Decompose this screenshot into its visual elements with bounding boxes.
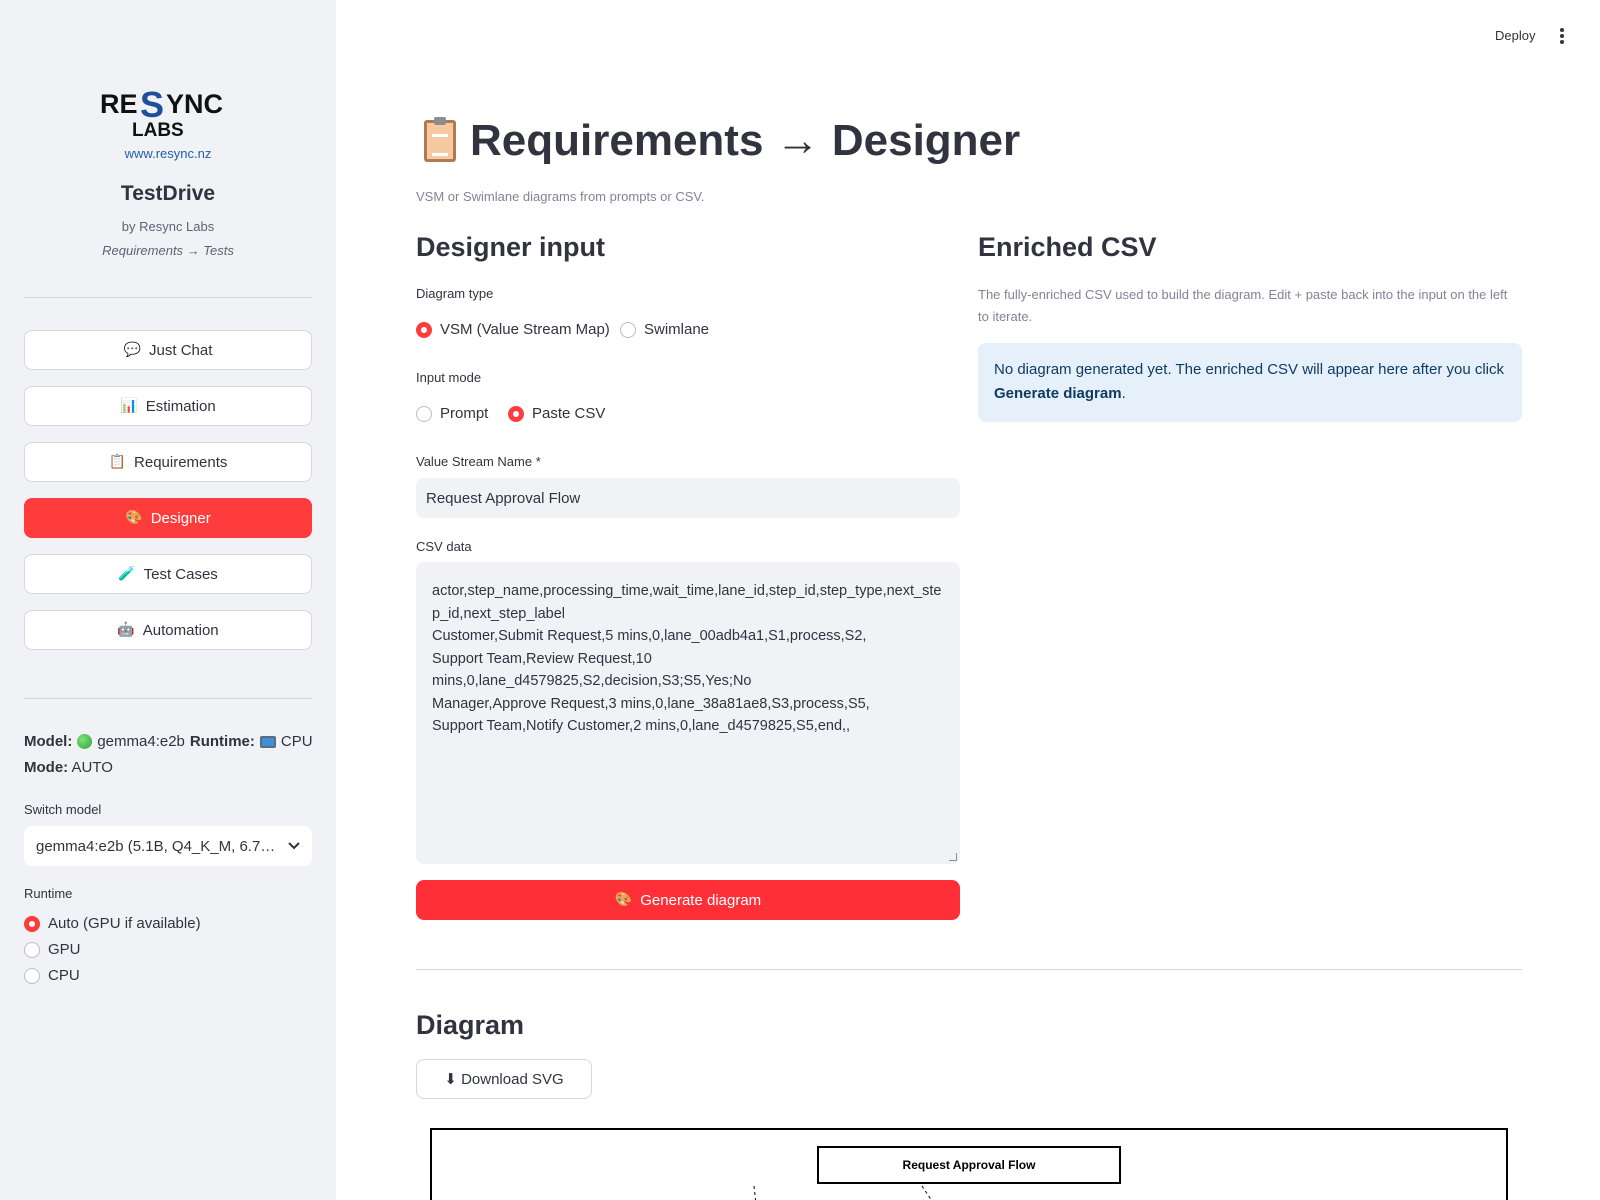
green-circle-icon [77,734,93,749]
input-mode-option-paste-csv[interactable]: Paste CSV [508,405,605,422]
model-value: gemma4:e2b [97,733,185,750]
nav-label: Requirements [134,453,228,471]
nav-button-just-chat[interactable]: 💬 Just Chat [24,330,312,370]
resync-labs-logo: RE S YNC LABS [100,84,223,140]
section-divider [416,969,1522,970]
switch-model-label: Switch model [24,802,102,817]
palette-icon: 🎨 [614,892,633,908]
page-title-text: Requirements → Designer [470,116,1021,165]
diagram-type-label: Diagram type [416,286,494,301]
runtime-section-label: Runtime [24,886,73,901]
svg-text:S: S [140,84,164,125]
nav-label: Test Cases [143,565,218,583]
radio-button[interactable] [24,915,40,932]
csv-data-textarea[interactable]: actor,step_name,processing_time,wait_tim… [416,562,960,864]
runtime-label: Runtime: [189,733,255,750]
diagram-heading: Diagram [416,1010,525,1040]
laptop-icon [259,735,276,748]
more-options-icon[interactable] [1560,28,1564,44]
value-stream-name-input[interactable]: Request Approval Flow [416,478,960,518]
runtime-value: CPU [280,733,313,750]
site-link[interactable]: www.resync.nz [0,146,336,161]
button-label: Generate diagram [640,891,762,909]
nav-button-designer[interactable]: 🎨 Designer [24,498,312,538]
radio-label: Paste CSV [532,405,606,422]
diagram-type-option-swimlane[interactable]: Swimlane [620,321,709,338]
value-stream-name-label: Value Stream Name * [416,454,541,469]
diagram-title-box: Request Approval Flow [817,1146,1121,1184]
radio-button[interactable] [416,321,432,338]
robot-icon: 🤖 [117,622,135,638]
enriched-csv-heading: Enriched CSV [978,232,1157,262]
deploy-button[interactable]: Deploy [1495,28,1535,43]
designer-input-heading: Designer input [416,232,606,262]
mode-label: Mode: [24,759,69,776]
nav-button-test-cases[interactable]: 🧪 Test Cases [24,554,312,594]
radio-label: Auto (GPU if available) [48,915,201,932]
palette-icon: 🎨 [125,510,143,526]
app-tagline: Requirements → Tests [102,243,234,258]
csv-data-label: CSV data [416,539,472,554]
input-mode-label: Input mode [416,370,482,385]
nav-button-estimation[interactable]: 📊 Estimation [24,386,312,426]
generate-diagram-button[interactable]: 🎨 Generate diagram [416,880,960,920]
radio-button[interactable] [24,941,40,958]
input-mode-option-prompt[interactable]: Prompt [416,405,488,422]
radio-label: Swimlane [644,321,710,338]
bar-chart-icon: 📊 [120,398,138,414]
sidebar-divider [24,698,312,699]
radio-label: CPU [48,967,80,984]
select-value: gemma4:e2b (5.1B, Q4_K_M, 6.7… [36,837,276,855]
nav-label: Estimation [145,397,216,415]
svg-text:LABS: LABS [132,120,184,140]
app-byline: by Resync Labs [121,219,215,234]
svg-text:RE: RE [100,89,138,119]
radio-button[interactable] [508,405,524,422]
chevron-down-icon [288,842,300,850]
clipboard-icon: 📋 [108,454,127,470]
nav-label: Designer [150,509,211,527]
enriched-csv-description: The fully-enriched CSV used to build the… [978,287,1508,324]
model-status: Model: gemma4:e2b Runtime: CPU [24,733,313,750]
nav-button-automation[interactable]: 🤖 Automation [24,610,312,650]
download-svg-button[interactable]: ⬇ Download SVG [416,1059,592,1099]
diagram-type-option-vsm[interactable]: VSM (Value Stream Map) [416,321,610,338]
info-suffix: . [1121,385,1126,402]
sidebar: RE S YNC LABS www.resync.nz TestDrive by… [0,0,336,1200]
csv-data-value: actor,step_name,processing_time,wait_tim… [432,583,942,734]
radio-label: GPU [48,941,81,958]
runtime-option-auto[interactable]: Auto (GPU if available) [24,915,201,932]
mode-status: Mode: AUTO [24,759,113,776]
radio-label: Prompt [440,405,489,422]
svg-text:YNC: YNC [166,89,223,119]
app-title: TestDrive [120,182,216,205]
enriched-csv-info: No diagram generated yet. The enriched C… [978,343,1522,422]
nav-label: Just Chat [149,341,213,359]
test-tube-icon: 🧪 [118,566,136,582]
resize-handle-icon[interactable] [949,853,957,861]
page-caption: VSM or Swimlane diagrams from prompts or… [416,189,705,204]
info-bold-text: Generate diagram [994,385,1122,402]
nav-button-requirements[interactable]: 📋 Requirements [24,442,312,482]
radio-button[interactable] [24,967,40,984]
runtime-option-gpu[interactable]: GPU [24,941,81,958]
info-text: No diagram generated yet. The enriched C… [994,361,1504,378]
speech-bubble-icon: 💬 [123,342,142,358]
nav-label: Automation [142,621,219,639]
sidebar-divider [24,297,312,298]
page-title: Requirements → Designer [424,116,1020,166]
runtime-option-cpu[interactable]: CPU [24,967,80,984]
model-label: Model: [24,733,73,750]
radio-button[interactable] [416,405,432,422]
clipboard-icon [424,117,456,162]
switch-model-select[interactable]: gemma4:e2b (5.1B, Q4_K_M, 6.7… [24,826,312,866]
radio-button[interactable] [620,321,636,338]
mode-value: AUTO [71,759,113,776]
radio-label: VSM (Value Stream Map) [440,321,610,338]
